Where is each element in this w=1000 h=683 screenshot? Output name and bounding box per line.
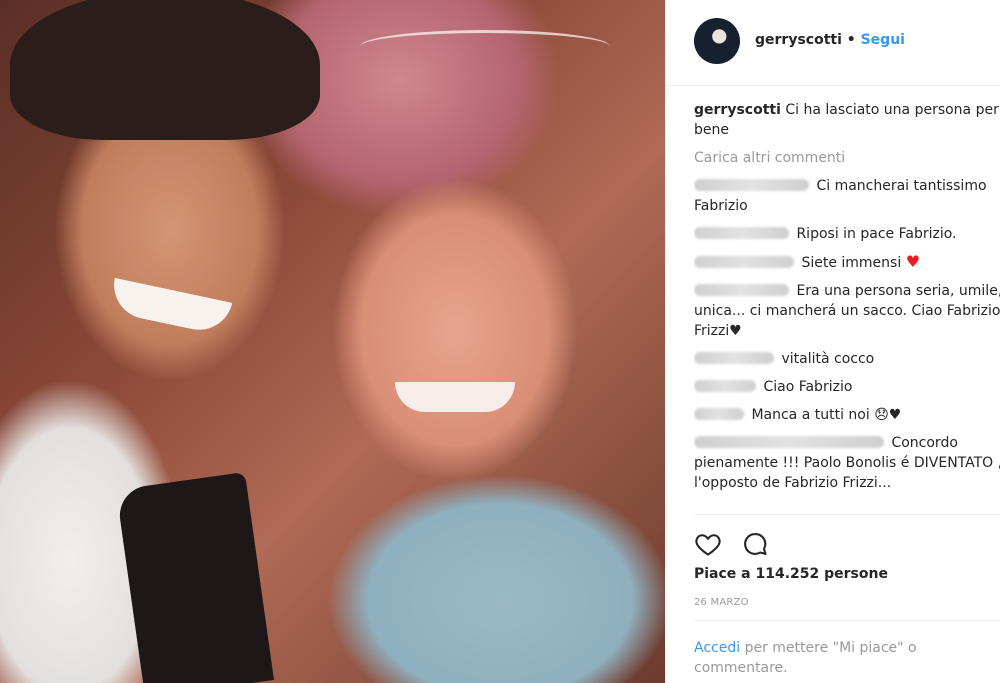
post-side-panel: gerryscotti • Segui gerryscotti Ci ha la…: [665, 0, 1000, 683]
login-prompt: Accedi per mettere "Mi piace" o commenta…: [694, 638, 994, 678]
red-heart-icon: ♥: [905, 252, 921, 271]
photo-light-streak: [360, 30, 610, 63]
blurred-username: [694, 352, 774, 364]
comment-item: Ciao Fabrizio: [694, 377, 1000, 397]
author-username[interactable]: gerryscotti: [755, 32, 842, 48]
comment-text: vitalità cocco: [781, 351, 875, 367]
blurred-username: [694, 227, 789, 239]
comment-text: Siete immensi: [801, 255, 902, 271]
post-date: 26 MARZO: [694, 597, 749, 608]
divider: [694, 514, 1000, 515]
blurred-username: [694, 284, 789, 296]
blurred-username: [694, 380, 756, 392]
caption-username[interactable]: gerryscotti: [694, 102, 781, 118]
likes-count[interactable]: Piace a 114.252 persone: [694, 566, 888, 582]
comment-item: Era una persona seria, umile, unica... c…: [694, 281, 1000, 341]
avatar[interactable]: [694, 18, 740, 64]
header-separator: •: [846, 32, 856, 48]
photo-hair-shape: [10, 0, 320, 140]
comment-text: Ciao Fabrizio: [763, 379, 853, 395]
post-photo[interactable]: [0, 0, 665, 683]
post-author: gerryscotti • Segui: [755, 32, 905, 48]
comment-bubble-icon[interactable]: [741, 530, 769, 558]
comment-item: Riposi in pace Fabrizio.: [694, 224, 1000, 244]
photo-jacket-shape: [116, 471, 274, 683]
comment-item: Concordo pienamente !!! Paolo Bonolis é …: [694, 433, 1000, 493]
comment-text: Riposi in pace Fabrizio.: [796, 226, 957, 242]
photo-smile-right: [395, 382, 515, 412]
load-more-comments-button[interactable]: Carica altri commenti: [694, 148, 1000, 168]
comment-text: Manca a tutti noi 😞♥: [751, 407, 902, 423]
login-link[interactable]: Accedi: [694, 640, 740, 656]
post-actions: [694, 530, 783, 558]
blurred-username: [694, 256, 794, 268]
heart-outline-icon[interactable]: [694, 530, 722, 558]
photo-smile-left: [107, 277, 233, 337]
blurred-username: [694, 436, 884, 448]
post-header: gerryscotti • Segui: [666, 0, 1000, 86]
comment-item: Manca a tutti noi 😞♥: [694, 405, 1000, 425]
comment-item: Siete immensi ♥: [694, 252, 1000, 273]
blurred-username: [694, 408, 744, 420]
comments-list[interactable]: gerryscotti Ci ha lasciato una persona p…: [694, 100, 1000, 514]
divider: [694, 620, 1000, 621]
follow-button[interactable]: Segui: [861, 32, 905, 48]
comment-item: Ci mancherai tantissimo Fabrizio: [694, 176, 1000, 216]
blurred-username: [694, 179, 809, 191]
comment-item: vitalità cocco: [694, 349, 1000, 369]
caption: gerryscotti Ci ha lasciato una persona p…: [694, 100, 1000, 140]
